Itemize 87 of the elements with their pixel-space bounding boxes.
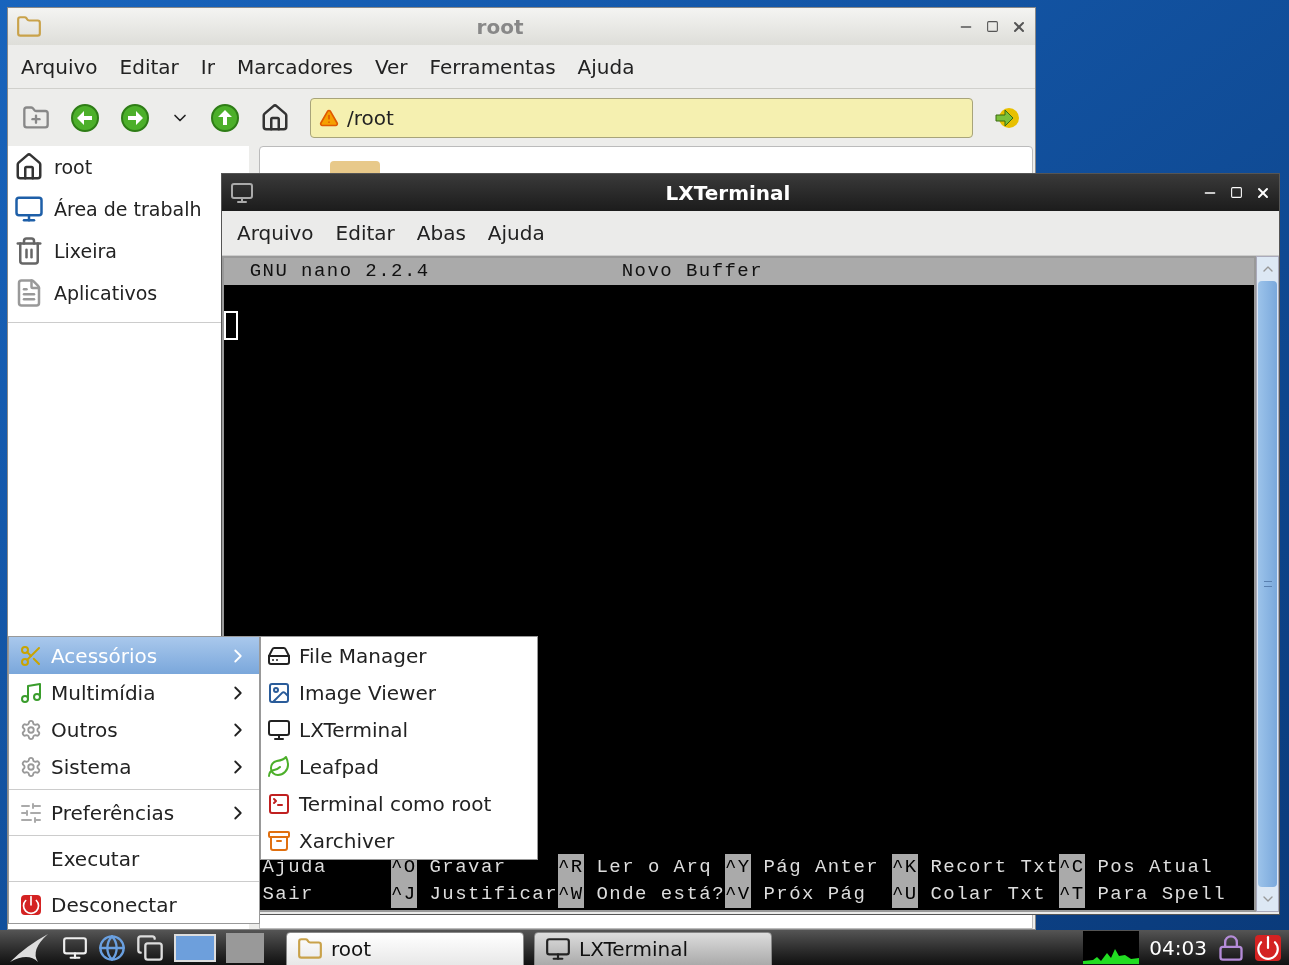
shortcut-label: Recort Txt (930, 855, 1059, 881)
forward-icon[interactable] (120, 102, 150, 133)
up-icon[interactable] (210, 102, 240, 133)
shortcut-key: ^J (391, 881, 417, 908)
lock-screen-icon[interactable] (1217, 933, 1245, 962)
shortcut-label: Colar Txt (930, 882, 1047, 908)
gear-icon (20, 718, 42, 741)
home-icon (14, 152, 44, 182)
shortcut-label: Pos Atual (1097, 855, 1214, 881)
sliders-icon (19, 800, 43, 825)
desktop-pager[interactable] (226, 932, 264, 963)
monitor-icon (267, 717, 291, 742)
menu-item[interactable]: Leafpad (261, 748, 537, 785)
desktop-pager[interactable] (174, 933, 216, 962)
buffer-name: Novo Buffer (621, 259, 764, 285)
menu-item[interactable]: Arquivo (237, 218, 314, 248)
shortcut-key: ^V (725, 881, 751, 908)
power-icon[interactable] (1255, 934, 1281, 961)
trash-icon (14, 236, 44, 266)
task-button[interactable]: root (286, 931, 524, 965)
desktop-icon (14, 194, 44, 224)
shortcut-key: ^U (892, 881, 918, 908)
maximize-button[interactable] (986, 20, 999, 33)
menu-item[interactable]: Sistema (9, 748, 259, 785)
shortcut-key: ^R (558, 854, 584, 881)
archive-icon (267, 828, 291, 853)
menu-item[interactable]: Desconectar (9, 886, 259, 923)
window-title: LXTerminal (664, 179, 792, 207)
monitor-icon (230, 180, 254, 205)
cpu-graph (1083, 931, 1140, 964)
location-field[interactable]: /root (310, 97, 973, 138)
windows-icon[interactable] (136, 933, 164, 962)
shortcut-key: ^Y (725, 854, 751, 881)
shortcut-label: Sair (262, 882, 314, 908)
sidebar-item[interactable]: Lixeira (8, 230, 119, 272)
menu-item[interactable]: Executar (9, 840, 259, 877)
shortcut-label: Ler o Arq (596, 855, 713, 881)
menu-item[interactable]: Ver (374, 51, 408, 82)
sidebar-item[interactable]: Aplicativos (8, 272, 160, 314)
menu-item[interactable]: Outros (9, 711, 259, 748)
menu-item[interactable]: Abas (416, 218, 466, 248)
nano-version: GNU nano 2.2.4 (249, 259, 431, 285)
scrollbar[interactable] (1256, 256, 1279, 912)
music-icon (19, 680, 43, 705)
menu-item[interactable]: Ferramentas (429, 51, 556, 82)
menu-item[interactable]: Editar (335, 218, 395, 248)
show-desktop-icon[interactable] (62, 934, 88, 961)
leaf-icon (267, 754, 291, 779)
menu-item[interactable]: File Manager (261, 637, 537, 674)
menu-item[interactable]: LXTerminal (261, 711, 537, 748)
shortcut-key: ^W (558, 881, 584, 908)
window-title: root (475, 13, 525, 41)
shortcut-key: ^C (1059, 854, 1085, 881)
terminal-icon (267, 791, 291, 816)
menu-item[interactable]: Image Viewer (261, 674, 537, 711)
menu-item[interactable]: Marcadores (236, 51, 353, 82)
menu-item[interactable]: Multimídia (9, 674, 259, 711)
sidebar-item[interactable]: Área de trabalh (8, 188, 204, 230)
warning-icon (319, 107, 339, 128)
back-icon[interactable] (70, 102, 100, 133)
menu-item[interactable]: Arquivo (21, 51, 98, 82)
shortcut-label: Próx Pág (763, 882, 867, 908)
menu-item[interactable]: Ajuda (577, 51, 635, 82)
picture-icon (267, 680, 291, 705)
menu-item[interactable]: Ajuda (487, 218, 545, 248)
shortcut-label: Pág Anter (763, 855, 880, 881)
home-icon[interactable] (260, 102, 290, 133)
power-icon (21, 894, 41, 915)
new-tab-icon[interactable] (22, 103, 50, 132)
menu-item[interactable]: Preferências (9, 794, 259, 831)
globe-icon[interactable] (98, 933, 126, 962)
menu-item[interactable]: Terminal como root (261, 785, 537, 822)
shortcut-key: ^K (892, 854, 918, 881)
sidebar-item[interactable]: root (8, 146, 95, 188)
scissors-icon (19, 643, 43, 668)
shortcut-label: Onde está? (596, 882, 725, 908)
scrollbar-thumb[interactable] (1258, 281, 1277, 887)
shortcut-key: ^T (1059, 881, 1085, 908)
task-button[interactable]: LXTerminal (534, 931, 772, 965)
monitor-icon (545, 935, 571, 962)
gear-icon (20, 755, 42, 778)
text-cursor (224, 311, 238, 340)
clock: 04:03 (1149, 934, 1207, 962)
menu-item[interactable]: Editar (119, 51, 179, 82)
menu-item[interactable]: Ir (200, 51, 215, 82)
shortcut-label: Para Spell (1097, 882, 1226, 908)
shortcut-label: Justificar (429, 882, 558, 908)
